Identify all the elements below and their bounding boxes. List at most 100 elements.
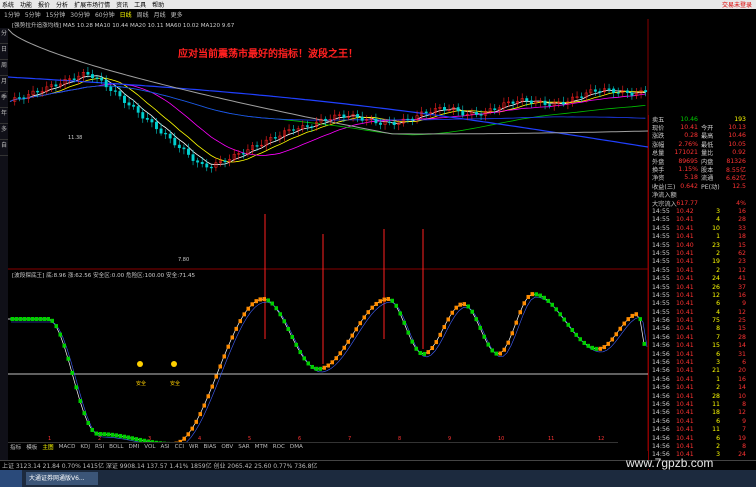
indicator-tab[interactable]: SAR — [238, 444, 249, 450]
tick-price: 10.41 — [676, 367, 694, 375]
osc-bar-down — [54, 324, 58, 329]
period-option[interactable]: 日线 — [120, 10, 132, 19]
indicator-tab[interactable]: DMI — [129, 444, 140, 450]
period-option[interactable]: 月线 — [154, 10, 166, 19]
taskbar-app[interactable]: 大通证券网通版V6... — [26, 472, 98, 485]
side-tab[interactable]: 年 — [0, 108, 8, 124]
menu-item[interactable]: 工具 — [134, 0, 146, 9]
indicator-tab[interactable]: BIAS — [203, 444, 216, 450]
high-label: 11.38 — [68, 135, 82, 141]
osc-bar-up — [522, 301, 526, 306]
osc-bar-up — [350, 333, 354, 338]
candle-body — [456, 107, 460, 112]
headline: 应对当前震荡市最好的指标！波段之王！ — [178, 47, 358, 60]
side-tab[interactable]: 月 — [0, 76, 8, 92]
candle-body — [543, 100, 547, 105]
period-option[interactable]: 15分钟 — [46, 10, 66, 19]
tick-row: 14:55 10.41 24 41 — [649, 274, 756, 282]
menu-item[interactable]: 功能 — [20, 0, 32, 9]
period-option[interactable]: 更多 — [171, 10, 183, 19]
low-label: 7.80 — [178, 257, 189, 263]
osc-bar-down — [546, 298, 550, 303]
osc-bar-up — [242, 312, 246, 317]
menu-item[interactable]: 帮助 — [152, 0, 164, 9]
menu-item[interactable]: 系统 — [2, 0, 14, 9]
trade-status[interactable]: 交易未登录 — [722, 0, 756, 9]
indicator-tab[interactable]: ASI — [161, 444, 170, 450]
osc-bar-up — [250, 302, 254, 307]
indicator-tab[interactable]: MTM — [255, 444, 268, 450]
tick-row: 14:56 10.41 2 14 — [649, 384, 756, 392]
tick-time: 14:55 — [652, 241, 670, 249]
indicator-tab[interactable]: WR — [189, 444, 198, 450]
indicator-tab[interactable]: CCI — [175, 444, 184, 450]
indicator-tab[interactable]: VOL — [144, 444, 155, 450]
tick-time: 14:55 — [652, 207, 670, 215]
menu-item[interactable]: 报价 — [38, 0, 50, 9]
tick-volume: 11 — [712, 400, 720, 408]
period-option[interactable]: 30分钟 — [70, 10, 90, 19]
candle-body — [461, 110, 465, 116]
candle-body — [360, 116, 364, 121]
indicator-tab[interactable]: OBV — [221, 444, 233, 450]
candle-body — [141, 112, 145, 119]
osc-bar-up — [210, 384, 214, 389]
candle-body — [324, 118, 328, 121]
osc-bar-down — [266, 298, 270, 303]
indicator-tab[interactable]: RSI — [95, 444, 104, 450]
candle-body — [529, 100, 533, 104]
candle-body — [223, 160, 227, 163]
osc-bar-up — [598, 346, 602, 351]
candle-body — [132, 104, 136, 107]
period-option[interactable]: 1分钟 — [4, 10, 20, 19]
osc-bar-down — [534, 292, 538, 297]
osc-bar-up — [214, 374, 218, 379]
tick-volume: 19 — [712, 258, 720, 266]
indicator-tab[interactable]: 模板 — [26, 443, 37, 451]
indicator-tab[interactable]: ROC — [273, 444, 285, 450]
indicator-tab[interactable]: MACD — [59, 444, 76, 450]
side-tab[interactable]: 周 — [0, 60, 8, 76]
indicator-tab[interactable]: 主图 — [42, 443, 53, 451]
tick-price: 10.41 — [676, 392, 694, 400]
period-option[interactable]: 5分钟 — [25, 10, 41, 19]
period-option[interactable]: 周线 — [137, 10, 149, 19]
osc-bar-up — [234, 326, 238, 331]
side-tab[interactable]: 日 — [0, 44, 8, 60]
menu-item[interactable]: 分析 — [56, 0, 68, 9]
tick-count: 19 — [738, 434, 746, 442]
osc-bar-up — [386, 297, 390, 301]
candle-body — [54, 84, 58, 87]
osc-bar-up — [370, 305, 374, 310]
osc-bar-down — [554, 307, 558, 312]
osc-bar-down — [306, 361, 310, 366]
candle-body — [305, 125, 309, 127]
osc-bar-down — [486, 342, 490, 347]
candle-body — [205, 163, 209, 168]
candle-body — [150, 119, 154, 123]
tick-price: 10.41 — [676, 426, 694, 434]
side-tab[interactable]: 季 — [0, 92, 8, 108]
side-tab[interactable]: 多 — [0, 124, 8, 140]
osc-bar-down — [586, 343, 590, 348]
tick-volume: 15 — [712, 342, 720, 350]
indicator-tab[interactable]: DMA — [290, 444, 303, 450]
side-tab[interactable]: 分 — [0, 28, 8, 44]
side-tab[interactable]: 自 — [0, 140, 8, 156]
quote-value: 2.76% — [678, 140, 698, 148]
period-option[interactable]: 60分钟 — [95, 10, 115, 19]
tick-time: 14:56 — [652, 325, 670, 333]
candle-body — [525, 98, 529, 102]
tick-row: 14:56 10.41 3 6 — [649, 358, 756, 366]
osc-bar-up — [322, 365, 326, 370]
menu-item[interactable]: 资讯 — [116, 0, 128, 9]
indicator-tab[interactable]: 指标 — [10, 443, 21, 451]
menu-item[interactable]: 扩展市场行情 — [74, 0, 110, 9]
tick-count: 10 — [738, 392, 746, 400]
indicator-tab[interactable]: BOLL — [109, 444, 123, 450]
taskbar: 大通证券网通版V6... — [0, 470, 756, 487]
indicator-tab[interactable]: KDJ — [80, 444, 90, 450]
osc-bar-down — [542, 295, 546, 300]
osc-bar-down — [398, 311, 402, 316]
start-button[interactable] — [0, 470, 22, 487]
